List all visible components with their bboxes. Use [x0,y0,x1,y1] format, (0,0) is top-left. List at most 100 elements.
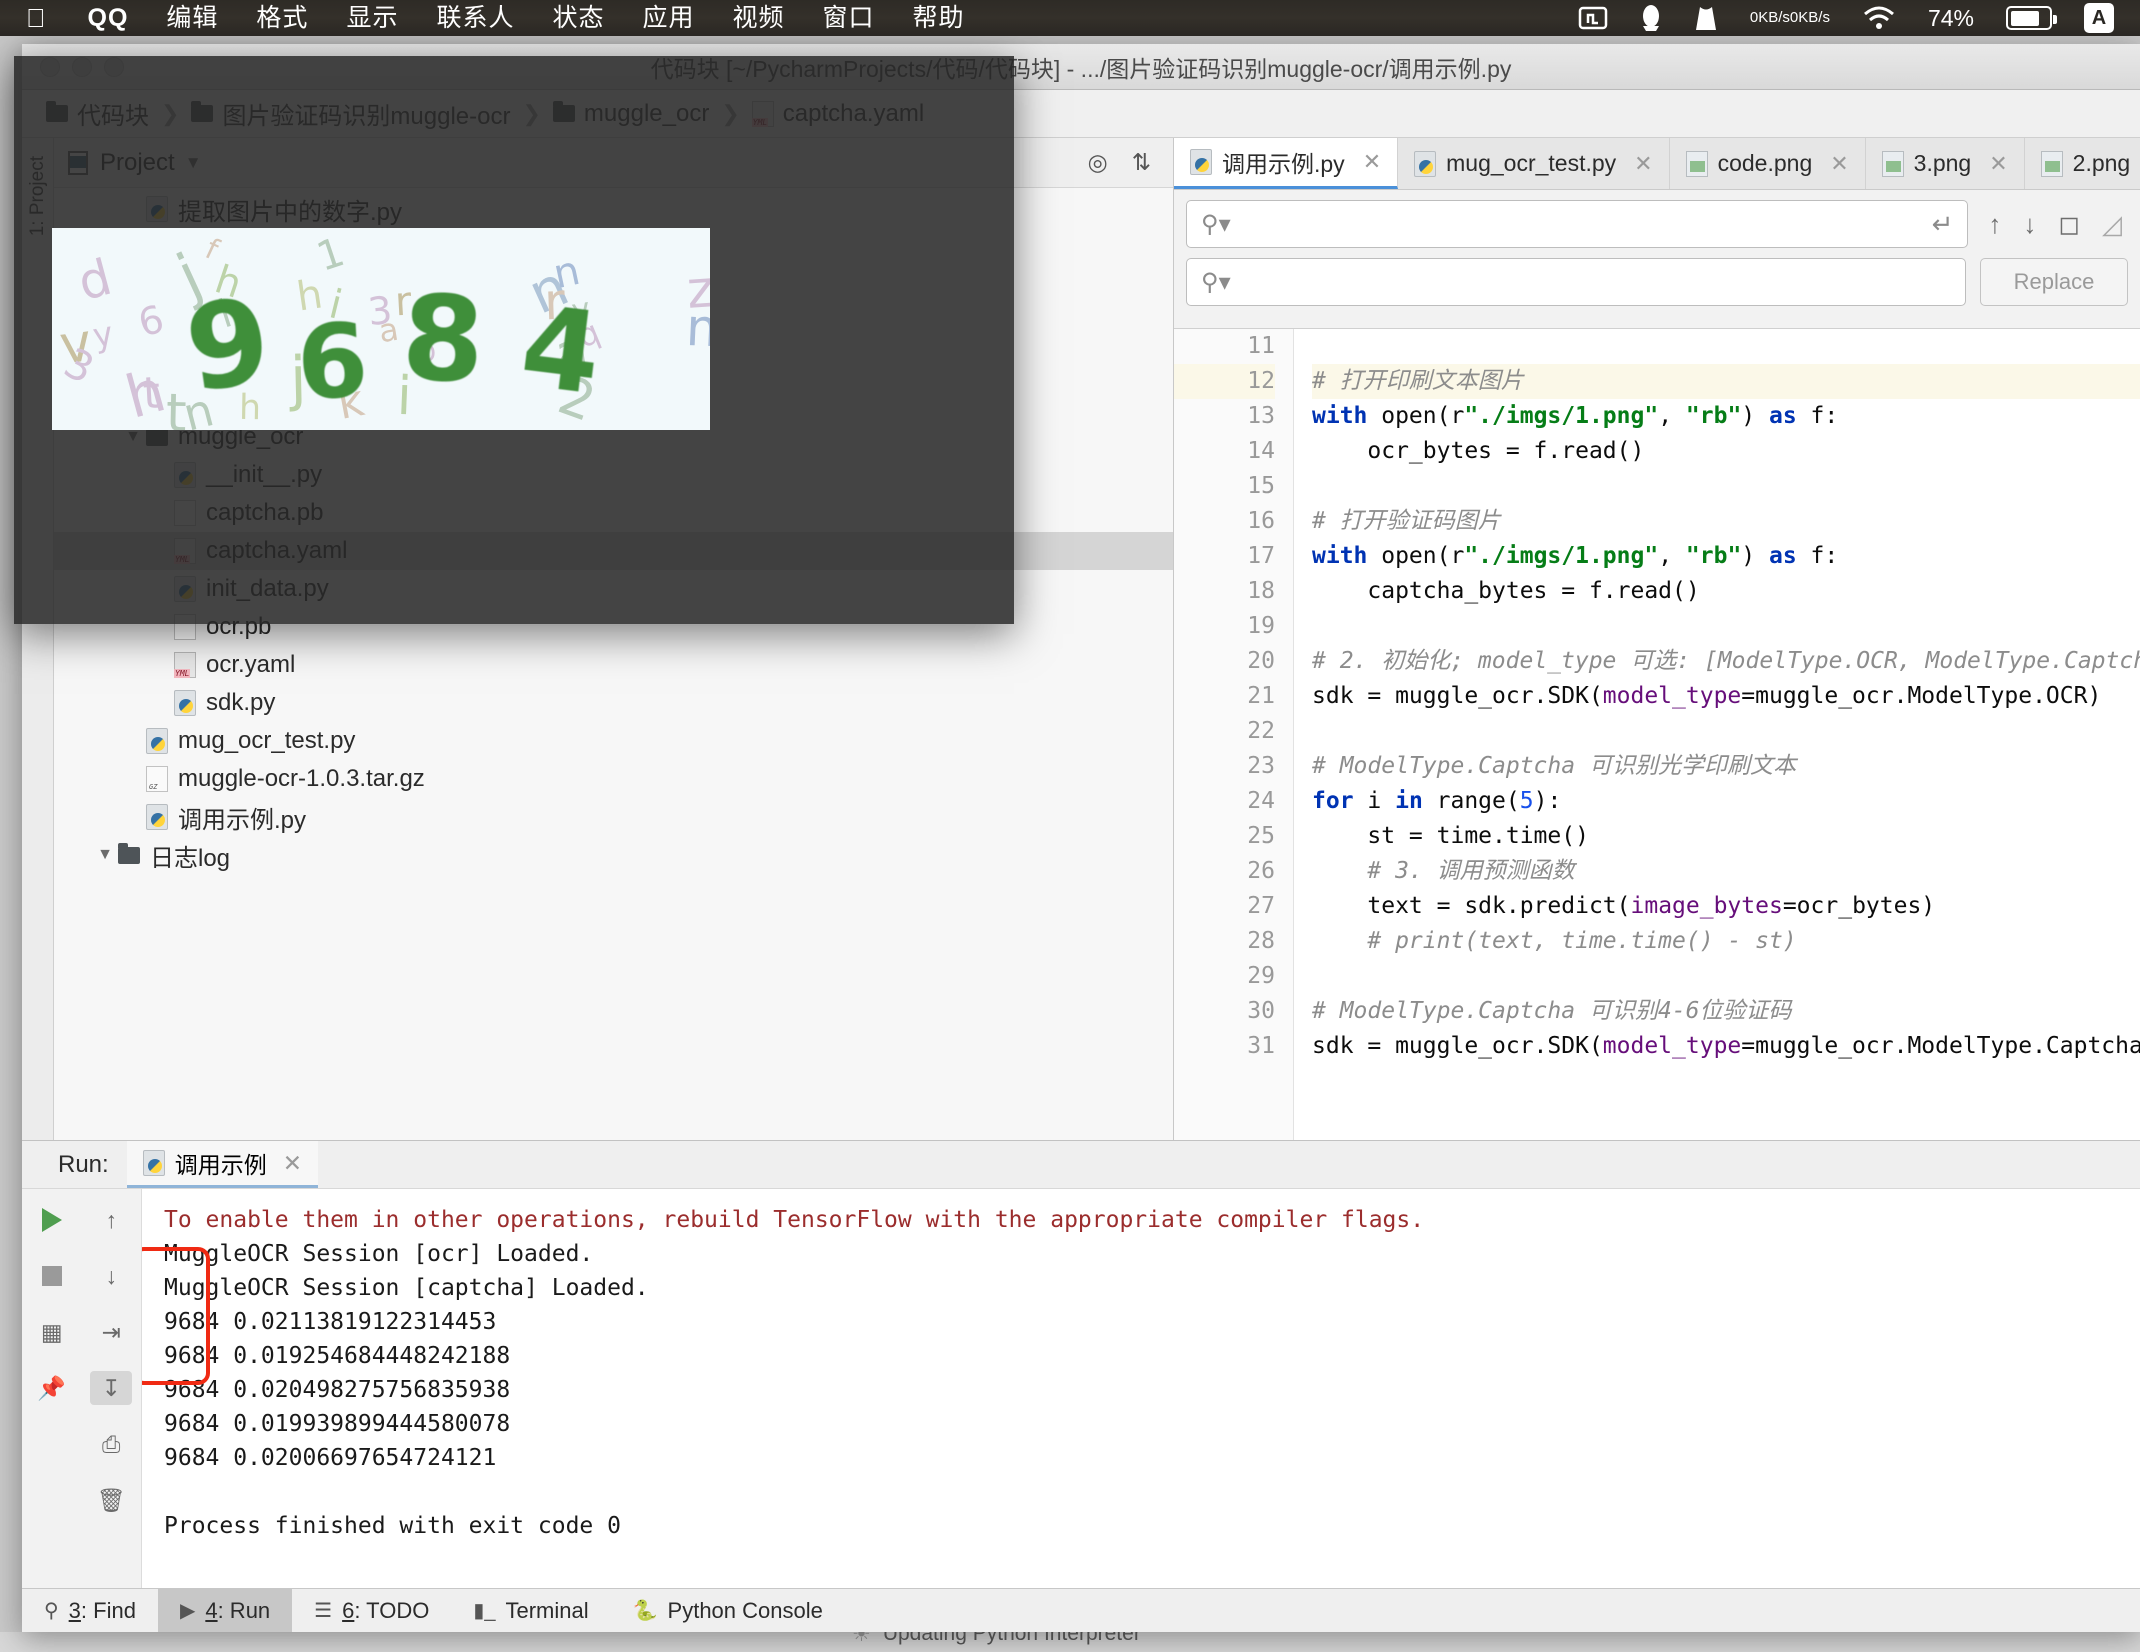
run-toolbar: ▦ 📌 ↑ ↓ ⇥ ↧ ⎙ 🗑 [22,1189,142,1589]
code-line[interactable]: with open(r"./imgs/1.png", "rb") as f: [1312,539,2140,574]
line-number: 21 [1174,679,1275,714]
code-line[interactable]: # ModelType.Captcha 可识别光学印刷文本 [1312,749,2140,784]
tool-window-button[interactable]: ▶4: Run [158,1589,292,1632]
menu-item-0[interactable]: QQ [69,0,148,36]
menu-item-7[interactable]: 视频 [714,0,804,36]
qq-penguin-icon[interactable] [1624,0,1678,36]
stop-icon[interactable] [31,1259,73,1293]
soft-wrap-icon[interactable]: ⇥ [90,1315,132,1349]
console-line: 9684 0.019254684448242188 [164,1339,2140,1373]
code-line[interactable]: text = sdk.predict(image_bytes=ocr_bytes… [1312,889,2140,924]
rerun-down-icon[interactable]: ↓ [90,1259,132,1293]
locate-icon[interactable]: ◎ [1088,149,1108,176]
qq-shirt-icon[interactable] [1678,0,1734,36]
tree-item[interactable]: ▼ 日志log [54,836,1173,874]
tree-item-label: 日志log [150,838,230,873]
search-input[interactable] [1231,211,1932,237]
code-line[interactable] [1312,609,2140,644]
code-line[interactable]: for i in range(5): [1312,784,2140,819]
run-console-output[interactable]: To enable them in other operations, rebu… [142,1189,2140,1589]
close-icon[interactable]: ✕ [1989,151,2007,177]
run-configuration-tab[interactable]: 调用示例 ✕ [127,1141,318,1188]
code-line[interactable]: captcha_bytes = f.read() [1312,574,2140,609]
tool-window-button[interactable]: ▮_Terminal [451,1589,610,1632]
editor-tab[interactable]: 3.png✕ [1866,138,2025,189]
menu-item-3[interactable]: 显示 [327,0,417,36]
code-line[interactable]: # print(text, time.time() - st) [1312,924,2140,959]
tree-item-label: 调用示例.py [178,800,306,835]
tree-item[interactable]: mug_ocr_test.py [54,722,1173,760]
menu-item-8[interactable]: 窗口 [804,0,894,36]
editor-tab[interactable]: 调用示例.py✕ [1174,138,1398,189]
menu-item-9[interactable]: 帮助 [894,0,984,36]
menu-item-2[interactable]: 格式 [237,0,327,36]
input-method-indicator[interactable]: A [2068,0,2130,36]
code-line[interactable]: # ModelType.Captcha 可识别4-6位验证码 [1312,994,2140,1029]
pin-icon[interactable]: 📌 [31,1371,73,1405]
code-line[interactable]: # 打开印刷文本图片 [1312,364,2140,399]
code-line[interactable]: sdk = muggle_ocr.SDK(model_type=muggle_o… [1312,1029,2140,1064]
editor-tab[interactable]: 2.png✕ [2025,138,2140,189]
code-line[interactable] [1312,959,2140,994]
code-line[interactable]: # 2. 初始化; model_type 可选: [ModelType.OCR,… [1312,644,2140,679]
replace-row: ⚲▾ Replace [1186,258,2128,306]
tree-item[interactable]: sdk.py [54,684,1173,722]
layout-icon[interactable]: ▦ [31,1315,73,1349]
console-line: 9684 0.02113819122314453 [164,1305,2140,1339]
editor-tabs[interactable]: 调用示例.py✕mug_ocr_test.py✕code.png✕3.png✕2… [1174,138,2140,190]
console-line: To enable them in other operations, rebu… [164,1203,2140,1237]
find-prev-icon[interactable]: ↑ [1988,209,2001,240]
line-number: 19 [1174,609,1275,644]
replace-input[interactable] [1231,269,1951,295]
print-icon[interactable]: ⎙ [90,1427,132,1461]
rerun-up-icon[interactable]: ↑ [90,1203,132,1237]
code-line[interactable]: sdk = muggle_ocr.SDK(model_type=muggle_o… [1312,679,2140,714]
replace-button[interactable]: Replace [1980,258,2128,306]
code-line[interactable]: st = time.time() [1312,819,2140,854]
battery-icon[interactable] [1990,0,2068,36]
menu-item-5[interactable]: 状态 [533,0,623,36]
tool-window-button[interactable]: ☰6: TODO [292,1589,451,1632]
menu-item-4[interactable]: 联系人 [417,0,533,36]
code-line[interactable]: ocr_bytes = f.read() [1312,434,2140,469]
tool-window-button[interactable]: 🐍Python Console [611,1589,845,1632]
find-next-icon[interactable]: ↓ [2023,209,2036,240]
py-file-icon [143,1150,165,1176]
editor-tab[interactable]: mug_ocr_test.py ✕ [1398,138,1669,189]
close-icon[interactable]: ✕ [283,1150,302,1177]
run-icon[interactable] [31,1203,73,1237]
menu-item-1[interactable]: 编辑 [147,0,237,36]
close-icon[interactable]: ✕ [1634,151,1652,177]
code-line[interactable]: # 打开验证码图片 [1312,504,2140,539]
bottom-tool-window-bar[interactable]: ⚲3: Find▶4: Run☰6: TODO▮_Terminal🐍Python… [22,1588,2140,1632]
select-all-icon[interactable]: ◻ [2058,209,2080,240]
code-line[interactable] [1312,469,2140,504]
find-options-icon[interactable]: ◿ [2102,209,2122,240]
code-line[interactable]: # 3. 调用预测函数 [1312,854,2140,889]
clear-all-icon[interactable]: 🗑 [90,1483,132,1517]
replace-input-wrapper[interactable]: ⚲▾ [1186,258,1966,306]
tree-item[interactable]: ocr.yaml [54,646,1173,684]
py-file-icon [1414,151,1436,177]
search-input-wrapper[interactable]: ⚲▾ ↵ [1186,200,1968,248]
regex-return-icon[interactable]: ↵ [1932,209,1954,240]
code-line[interactable]: with open(r"./imgs/1.png", "rb") as f: [1312,399,2140,434]
handoff-icon[interactable] [1562,0,1624,36]
tree-item[interactable]: muggle-ocr-1.0.3.tar.gz [54,760,1173,798]
scroll-to-end-icon[interactable]: ↧ [90,1371,132,1405]
tool-window-button[interactable]: ⚲3: Find [22,1589,158,1632]
code-line[interactable] [1312,714,2140,749]
captcha-image-preview[interactable]: vnhhitfahyjmzndark2rp36jqyihnt3i19684 [52,228,710,430]
apple-icon[interactable]:  [0,0,69,36]
editor-tab[interactable]: code.png✕ [1670,138,1866,189]
chevron-down-icon[interactable]: ▼ [92,846,118,864]
editor-tab-label: mug_ocr_test.py [1446,150,1616,177]
input-method-letter: A [2084,3,2114,33]
close-icon[interactable]: ✕ [1830,151,1848,177]
close-icon[interactable]: ✕ [1363,149,1381,175]
menu-item-6[interactable]: 应用 [623,0,713,36]
code-line[interactable] [1312,329,2140,364]
collapse-all-icon[interactable]: ⇅ [1132,149,1151,176]
wifi-icon[interactable] [1846,0,1912,36]
tree-item[interactable]: 调用示例.py [54,798,1173,836]
